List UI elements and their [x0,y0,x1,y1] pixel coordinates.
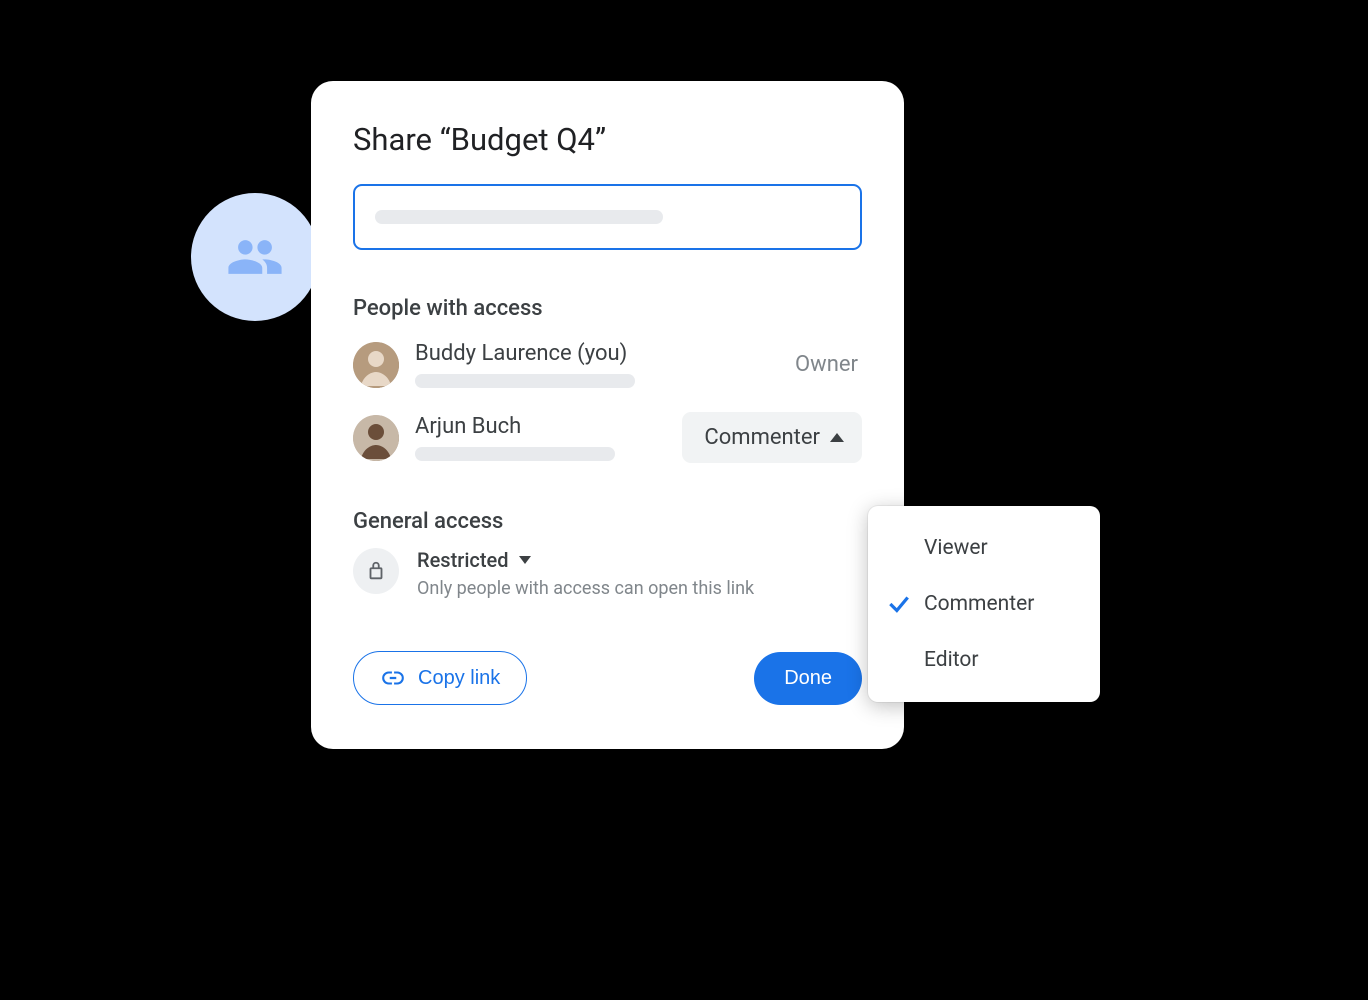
general-access-label: Restricted [417,548,509,572]
role-dropdown-button[interactable]: Commenter [682,412,862,463]
check-icon [886,591,924,617]
role-option-label: Commenter [924,592,1034,616]
role-dropdown-label: Commenter [704,425,820,450]
lock-icon-circle [353,548,399,594]
general-access-description: Only people with access can open this li… [417,578,754,599]
done-button[interactable]: Done [754,652,862,705]
input-placeholder-skeleton [375,210,663,224]
general-access-heading: General access [353,509,862,534]
role-menu: Viewer Commenter Editor [868,506,1100,702]
role-option-viewer[interactable]: Viewer [868,520,1100,576]
role-option-editor[interactable]: Editor [868,632,1100,688]
avatar [353,415,399,461]
role-option-label: Editor [924,648,978,672]
people-decorative-badge [191,193,319,321]
copy-link-label: Copy link [418,667,500,690]
lock-icon [365,560,387,582]
person-row: Buddy Laurence (you) Owner [353,335,862,406]
chevron-down-icon [519,556,531,564]
person-email-skeleton [415,374,635,388]
add-people-input[interactable] [353,184,862,250]
person-row: Arjun Buch Commenter [353,406,862,481]
role-label-owner: Owner [795,352,862,377]
dialog-title: Share “Budget Q4” [353,121,862,158]
person-name: Arjun Buch [415,414,682,439]
person-name: Buddy Laurence (you) [415,341,795,366]
general-access-dropdown[interactable]: Restricted [417,548,754,572]
copy-link-button[interactable]: Copy link [353,651,527,705]
chevron-up-icon [830,433,844,442]
avatar [353,342,399,388]
people-with-access-heading: People with access [353,296,862,321]
role-option-label: Viewer [924,536,988,560]
people-icon [226,228,284,286]
role-option-commenter[interactable]: Commenter [868,576,1100,632]
link-icon [380,665,406,691]
person-email-skeleton [415,447,615,461]
share-dialog: Share “Budget Q4” People with access Bud… [311,81,904,749]
